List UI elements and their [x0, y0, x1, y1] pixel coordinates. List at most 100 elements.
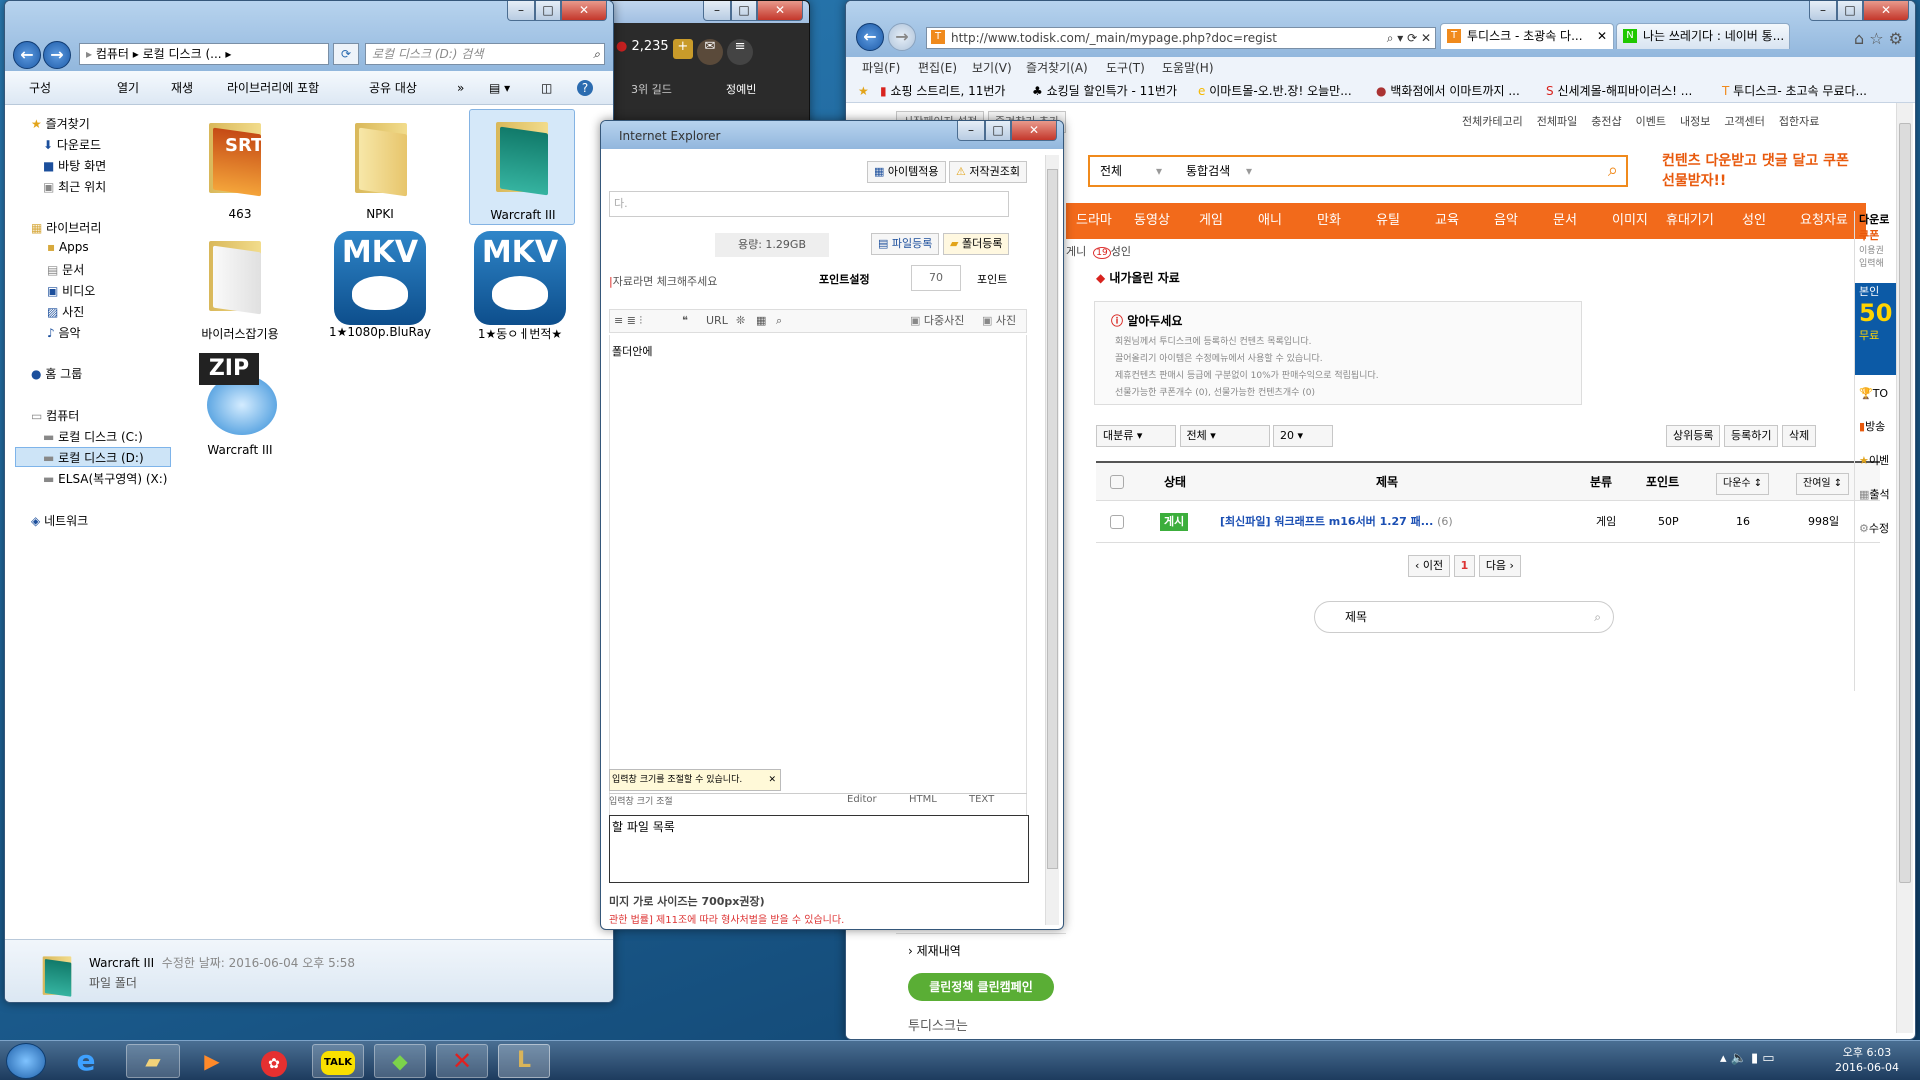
menu-icon[interactable]: ≡ [727, 39, 754, 65]
maximize-button[interactable]: □ [535, 1, 561, 21]
filter-count[interactable]: 20 ▾ [1273, 425, 1333, 447]
upload-list-box[interactable]: 할 파일 목록 [609, 815, 1029, 883]
folder-register-button[interactable]: ▰ 폴더등록 [943, 233, 1010, 255]
nav-mobile[interactable]: 휴대기기 [1666, 203, 1714, 239]
play-button[interactable]: 재생 [171, 71, 193, 105]
include-library-button[interactable]: 라이브러리에 포함 [227, 71, 319, 105]
nav-comic[interactable]: 만화 [1317, 203, 1341, 239]
minimize-button[interactable]: – [507, 1, 535, 21]
fav-4[interactable]: ● 백화점에서 이마트까지 ... [1376, 79, 1520, 102]
tab-naver[interactable]: N 나는 쓰레기다 : 네이버 통... [1616, 23, 1790, 49]
nav-edu[interactable]: 교육 [1435, 203, 1459, 239]
fav-3[interactable]: e 이마트몰-오.반.장! 오늘만... [1198, 79, 1352, 102]
sub-nav-1[interactable]: 게니 [1066, 245, 1086, 258]
tab-todisk[interactable]: T 투디스크 - 초광속 다... ✕ [1440, 23, 1614, 49]
search-type[interactable]: 통합검색 [1186, 157, 1230, 185]
fav-1[interactable]: ▮ 쇼핑 스트리트, 11번가 [880, 79, 1005, 102]
forward-icon[interactable]: → [43, 41, 71, 69]
align-icons[interactable]: ≡ ≣ ⫶ [614, 310, 642, 332]
apply-item-button[interactable]: ▦ 아이템적용 [867, 161, 946, 183]
clean-campaign-banner[interactable]: 클린정책 클린캠페인 [908, 973, 1054, 1001]
popup-scrollbar[interactable] [1045, 155, 1059, 925]
address-bar[interactable]: ▸ 컴퓨터 ▸ 로컬 디스크 (... ▸ [79, 43, 329, 65]
downloads-item[interactable]: ⬇ 다운로드 [43, 136, 101, 153]
back-icon[interactable]: ← [856, 23, 884, 51]
title-input[interactable]: 다. [609, 191, 1009, 217]
emoticon-icon[interactable]: ❊ [736, 310, 745, 332]
col-downloads[interactable]: 다운수 ↕ [1716, 463, 1770, 501]
sanction-link[interactable]: › 제재내역 [896, 933, 1066, 967]
prev-page-button[interactable]: ‹ 이전 [1408, 555, 1451, 577]
link-support[interactable]: 고객센터 [1724, 115, 1764, 128]
file-virus[interactable]: 바이러스잡기용 [185, 229, 295, 343]
table-row[interactable]: 게시 [최신파일] 워크래프트 m16서버 1.27 패... (6) 게임 5… [1096, 501, 1880, 543]
open-button[interactable]: 열기 [117, 71, 139, 105]
side-link[interactable]: ★이벤 [1855, 452, 1897, 468]
forward-icon[interactable]: → [888, 23, 916, 51]
select-all-checkbox[interactable] [1110, 475, 1124, 489]
link-event[interactable]: 이벤트 [1636, 115, 1666, 128]
minimize-button[interactable]: – [1809, 1, 1837, 21]
network-item[interactable]: ◈ 네트워크 [31, 512, 88, 529]
nav-drama[interactable]: 드라마 [1076, 203, 1112, 239]
computer-item[interactable]: ▭ 컴퓨터 [31, 407, 79, 424]
table-search-input[interactable]: 제목 ⌕ [1314, 601, 1614, 633]
file-mkv-2[interactable]: MKV 1★동ㅇㅔ번적★ [465, 229, 575, 343]
photo-button[interactable]: ▣ 사진 [982, 310, 1016, 332]
taskbar-kakaotalk-icon[interactable]: TALK [312, 1044, 364, 1078]
taskbar-media-icon[interactable]: ▶ [190, 1045, 234, 1077]
url-bar[interactable]: T http://www.todisk.com/_main/mypage.php… [926, 27, 1436, 49]
search-input[interactable]: 로컬 디스크 (D:) 검색 ⌕ [365, 43, 605, 65]
music-item[interactable]: ♪ 음악 [47, 324, 81, 341]
mail-icon[interactable]: ✉ [696, 39, 723, 65]
delete-button[interactable]: 삭제 [1781, 425, 1817, 447]
organize-button[interactable]: 구성 [29, 71, 51, 105]
taskbar-ie-icon[interactable]: e [64, 1045, 108, 1077]
nav-request[interactable]: 요청자료 [1800, 203, 1848, 239]
menu-favorites[interactable]: 즐겨찾기(A) [1026, 57, 1088, 79]
link-charge[interactable]: 충전샵 [1591, 115, 1621, 128]
file-463[interactable]: SRT 463 [185, 111, 295, 225]
coupon-banner[interactable]: 컨텐츠 다운받고 댓글 달고 쿠폰선물받자!! [1662, 151, 1852, 195]
nav-util[interactable]: 유틸 [1376, 203, 1400, 239]
promote-button[interactable]: 상위등록 [1666, 425, 1721, 447]
quote-icon[interactable]: ❝ [682, 310, 688, 332]
nav-anime[interactable]: 애니 [1258, 203, 1282, 239]
link-all-files[interactable]: 전체파일 [1537, 115, 1577, 128]
fav-5[interactable]: S 신세계몰-해피바이러스! ... [1546, 79, 1692, 102]
sub-nav-adult[interactable]: 성인 [1111, 245, 1131, 258]
search-icon[interactable]: ⌕ [1608, 157, 1618, 185]
editor-area[interactable]: 폴더안에 [609, 335, 1027, 815]
drive-d-item[interactable]: ▬ 로컬 디스크 (D:) [43, 449, 144, 466]
share-button[interactable]: 공유 대상 [369, 71, 417, 105]
back-icon[interactable]: ← [13, 41, 41, 69]
side-link[interactable]: 🏆TO [1855, 387, 1897, 400]
mode-editor[interactable]: Editor [847, 794, 877, 805]
nav-docs[interactable]: 문서 [1553, 203, 1577, 239]
resize-bar[interactable]: 입력창 크기 조절 Editor HTML TEXT [609, 793, 1027, 809]
menu-file[interactable]: 파일(F) [862, 57, 900, 79]
page-1-button[interactable]: 1 [1453, 555, 1476, 577]
row-checkbox[interactable] [1110, 515, 1124, 529]
drive-x-item[interactable]: ▬ ELSA(복구영역) (X:) [43, 470, 167, 487]
close-button[interactable]: ✕ [561, 1, 607, 21]
add-gold-button[interactable]: + [672, 39, 693, 59]
close-button[interactable]: ✕ [1863, 1, 1909, 21]
next-page-button[interactable]: 다음 › [1478, 555, 1521, 577]
find-icon[interactable]: ⌕ [776, 310, 782, 332]
breadcrumb-computer[interactable]: 컴퓨터 [96, 47, 129, 61]
file-register-button[interactable]: ▤ 파일등록 [871, 233, 940, 255]
side-link[interactable]: ⚙수정 [1855, 520, 1897, 536]
clock[interactable]: 오후 6:03 2016-06-04 [1822, 1045, 1912, 1075]
link-myinfo[interactable]: 내정보 [1680, 115, 1710, 128]
fav-2[interactable]: ♣ 쇼킹딜 할인특가 - 11번가 [1032, 79, 1177, 102]
menu-edit[interactable]: 편집(E) [918, 57, 957, 79]
fav-6[interactable]: T 투디스크- 초고속 무료다... [1722, 79, 1867, 102]
nav-adult[interactable]: 성인 [1742, 203, 1766, 239]
close-button[interactable]: ✕ [1011, 121, 1057, 141]
documents-item[interactable]: ▤ 문서 [47, 261, 84, 278]
view-icon[interactable]: ▤ ▾ [489, 71, 510, 105]
point-input[interactable]: 70 [911, 265, 961, 291]
side-link[interactable]: ▦출석 [1855, 486, 1897, 502]
search-category[interactable]: 전체 [1100, 157, 1122, 185]
